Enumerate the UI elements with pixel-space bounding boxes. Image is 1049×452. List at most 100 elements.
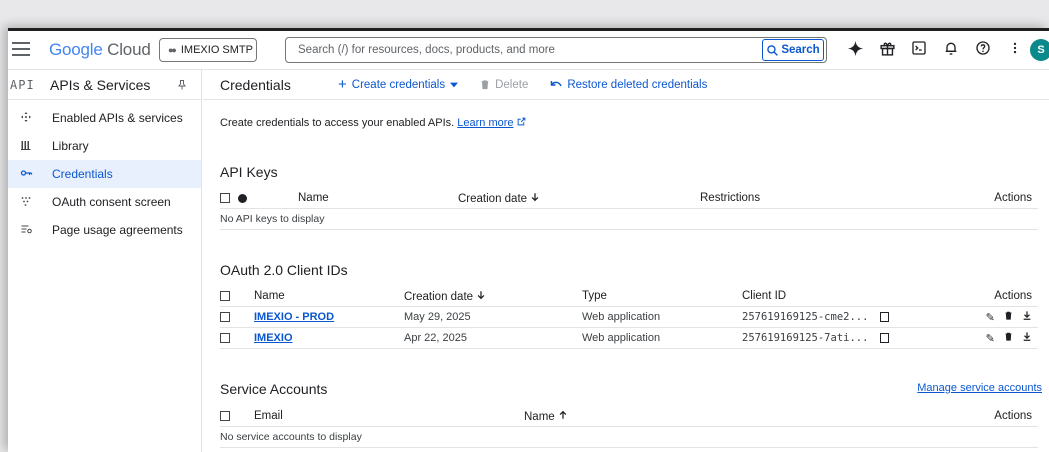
project-picker-button[interactable]: ●● IMEXIO SMTP (159, 38, 257, 62)
empty-message: No API keys to display (220, 208, 1038, 230)
table-row: IMEXIO - PROD May 29, 2025 Web applicati… (220, 306, 1038, 328)
manage-service-accounts-link[interactable]: Manage service accounts (917, 382, 1042, 394)
col-actions: Actions (932, 287, 1038, 307)
arrow-down-icon (477, 291, 485, 299)
select-all-checkbox[interactable] (220, 193, 230, 204)
cloud-console-window: Google Cloud ●● IMEXIO SMTP Search (/) f… (8, 28, 1049, 452)
trash-icon (481, 80, 489, 90)
table-row: No API keys to display (220, 208, 1038, 230)
caret-down-icon (450, 82, 459, 87)
cell-type: Web application (582, 306, 742, 328)
hamburger-menu-icon[interactable] (12, 42, 30, 56)
col-name-label: Name (524, 410, 555, 423)
project-icon: ●● (168, 45, 177, 55)
col-client-id[interactable]: Client ID (742, 287, 932, 307)
learn-more-link[interactable]: Learn more (457, 117, 513, 129)
page-title: Credentials (220, 76, 291, 93)
sidebar-item-label: Enabled APIs & services (52, 111, 183, 125)
library-icon (8, 139, 52, 154)
row-checkbox[interactable] (220, 311, 230, 322)
cloud-shell-terminal-icon[interactable] (910, 39, 928, 57)
cell-creation-date: Apr 22, 2025 (404, 327, 582, 349)
col-creation-date[interactable]: Creation date (404, 287, 582, 307)
col-name[interactable]: Name (254, 287, 404, 307)
download-icon[interactable] (1022, 331, 1032, 345)
select-all-checkbox[interactable] (220, 411, 230, 422)
notifications-bell-icon[interactable] (942, 39, 960, 57)
edit-pencil-icon[interactable]: ✎ (986, 311, 995, 324)
sidebar-nav: Enabled APIs & services Library Credenti… (8, 100, 201, 244)
help-icon[interactable] (974, 39, 992, 57)
sidebar-item-page-usage[interactable]: Page usage agreements (8, 216, 201, 244)
col-creation-date[interactable]: Creation date (458, 189, 700, 209)
top-bar: Google Cloud ●● IMEXIO SMTP Search (/) f… (8, 28, 1049, 70)
intro-text: Create credentials to access your enable… (220, 117, 526, 129)
search-icon (767, 44, 779, 56)
user-avatar[interactable]: S (1030, 39, 1049, 61)
service-accounts-table: Email Name Actions No service accounts t… (220, 407, 1038, 448)
sidebar-header: API APIs & Services (8, 70, 201, 100)
api-keys-heading: API Keys (220, 164, 278, 180)
col-restrictions[interactable]: Restrictions (700, 189, 896, 209)
oauth-heading: OAuth 2.0 Client IDs (220, 262, 348, 278)
gemini-sparkle-icon[interactable] (846, 39, 864, 57)
sidebar-item-credentials[interactable]: Credentials (8, 160, 201, 188)
row-checkbox[interactable] (220, 332, 230, 343)
sidebar: API APIs & Services Enabled APIs & servi… (8, 70, 202, 452)
intro-sentence: Create credentials to access your enable… (220, 117, 455, 129)
sidebar-item-library[interactable]: Library (8, 132, 201, 160)
copy-icon[interactable] (879, 311, 889, 322)
undo-icon (551, 80, 563, 86)
edit-pencil-icon[interactable]: ✎ (986, 332, 995, 345)
sidebar-title: APIs & Services (50, 76, 151, 93)
restore-credentials-button[interactable]: Restore deleted credentials (550, 79, 707, 91)
search-input[interactable] (286, 38, 762, 62)
search-bar: Search (285, 37, 827, 63)
select-all-checkbox[interactable] (220, 291, 230, 302)
status-dot-icon (238, 193, 247, 203)
google-cloud-logo[interactable]: Google Cloud (49, 40, 151, 60)
create-credentials-label: Create credentials (351, 78, 446, 91)
download-icon[interactable] (1022, 310, 1032, 324)
external-link-icon (517, 117, 525, 126)
client-name-link[interactable]: IMEXIO (254, 332, 293, 344)
search-button[interactable]: Search (762, 39, 824, 61)
col-email[interactable]: Email (254, 407, 524, 427)
table-row: No service accounts to display (220, 426, 1038, 448)
diamond-arrows-icon (8, 111, 52, 126)
sidebar-item-enabled-apis[interactable]: Enabled APIs & services (8, 104, 201, 132)
gift-icon[interactable] (878, 39, 896, 57)
service-accounts-heading: Service Accounts (220, 381, 328, 397)
delete-button[interactable]: Delete (480, 79, 528, 91)
search-button-label: Search (781, 44, 820, 56)
cell-type: Web application (582, 327, 742, 349)
col-creation-date-label: Creation date (458, 192, 528, 205)
api-logo-icon: API (10, 77, 35, 92)
col-name[interactable]: Name (524, 407, 782, 427)
col-name[interactable]: Name (298, 189, 458, 209)
oauth-dots-icon (8, 195, 52, 210)
sidebar-item-label: OAuth consent screen (52, 195, 171, 209)
sidebar-item-oauth-consent[interactable]: OAuth consent screen (8, 188, 201, 216)
top-icons (846, 39, 1024, 57)
pin-icon[interactable] (176, 78, 188, 92)
col-creation-date-label: Creation date (404, 290, 474, 303)
settings-list-icon (8, 223, 52, 238)
more-vert-icon[interactable] (1006, 39, 1024, 57)
create-credentials-button[interactable]: + Create credentials (338, 76, 459, 93)
key-icon (8, 167, 52, 182)
trash-icon[interactable] (1004, 310, 1013, 324)
main-content: Credentials + Create credentials Delete … (203, 70, 1049, 452)
copy-icon[interactable] (879, 332, 889, 343)
table-header-row: Name Creation date Type Client ID Action… (220, 287, 1038, 307)
trash-icon[interactable] (1004, 331, 1013, 345)
client-name-link[interactable]: IMEXIO - PROD (254, 311, 334, 323)
table-row: IMEXIO Apr 22, 2025 Web application 2576… (220, 327, 1038, 349)
action-bar: Credentials + Create credentials Delete … (203, 70, 1049, 100)
plus-icon: + (338, 76, 347, 93)
table-header-row: Email Name Actions (220, 407, 1038, 427)
project-name: IMEXIO SMTP (180, 44, 253, 56)
col-type[interactable]: Type (582, 287, 742, 307)
sidebar-item-label: Page usage agreements (52, 223, 183, 237)
sidebar-item-label: Credentials (52, 167, 113, 181)
